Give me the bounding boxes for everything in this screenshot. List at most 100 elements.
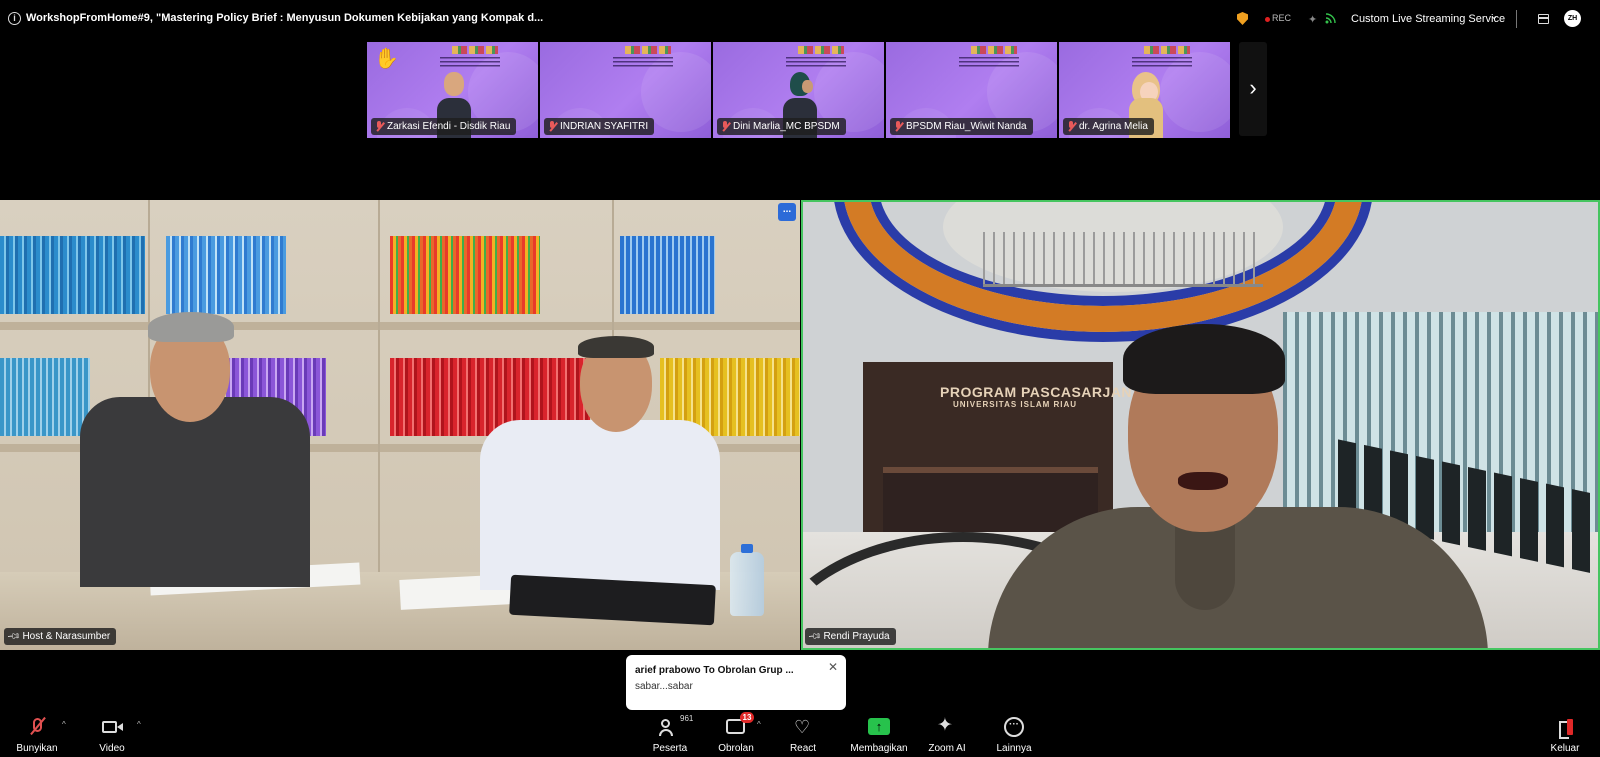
- person-left: [40, 312, 340, 587]
- participant-name: BPSDM Riau_Wiwit Nanda: [906, 121, 1027, 132]
- background-text: [613, 57, 673, 69]
- video-name-tag: 📌︎ Host & Narasumber: [4, 628, 117, 645]
- background-text: [1132, 57, 1192, 69]
- participants-label: Peserta: [652, 743, 688, 754]
- chat-label: Obrolan: [718, 743, 754, 754]
- participant-name-tag: dr. Agrina Melia: [1063, 118, 1154, 135]
- mic-muted-icon: [25, 716, 49, 742]
- pin-icon: 📌︎: [807, 628, 823, 644]
- toolbar-divider: [1516, 10, 1517, 28]
- background-text: [786, 57, 846, 69]
- video-options-caret[interactable]: ^: [137, 720, 141, 729]
- video-participant-name: Host & Narasumber: [22, 631, 111, 642]
- pin-icon: 📌︎: [6, 628, 22, 644]
- share-screen-button[interactable]: ↑ Membagikan: [840, 712, 918, 757]
- sparkle-icon[interactable]: ✦: [1308, 13, 1317, 26]
- books-blue: [0, 236, 145, 314]
- wall-sign-subtitle: UNIVERSITAS ISLAM RIAU: [953, 400, 1078, 409]
- chevron-down-icon[interactable]: ⌄: [1490, 11, 1498, 22]
- zoom-ai-button[interactable]: ✦ Zoom AI: [912, 712, 982, 757]
- background-text: [959, 57, 1019, 69]
- video-participant-name: Rendi Prayuda: [823, 631, 890, 642]
- react-label: React: [789, 743, 817, 754]
- chat-notification[interactable]: arief prabowo To Obrolan Grup ... sabar.…: [626, 655, 846, 710]
- user-avatar[interactable]: ZH: [1564, 10, 1581, 27]
- participant-thumbnail[interactable]: dr. Agrina Melia: [1059, 42, 1230, 138]
- participant-thumbnail[interactable]: ✋ Zarkasi Efendi - Disdik Riau: [367, 42, 538, 138]
- person-right: [470, 336, 730, 590]
- participant-name-tag: INDRIAN SYAFITRI: [544, 118, 655, 135]
- unmute-button[interactable]: Bunyikan: [2, 712, 72, 757]
- mic-muted-icon: [375, 121, 384, 132]
- chat-unread-badge: 13: [740, 712, 754, 723]
- gallery-next-button[interactable]: ›: [1239, 42, 1267, 136]
- share-label: Membagikan: [850, 743, 908, 754]
- live-stream-icon[interactable]: [1325, 12, 1337, 24]
- background-text: [440, 57, 500, 69]
- video-button[interactable]: Video: [77, 712, 147, 757]
- logo-strip: [625, 46, 671, 54]
- mic-muted-icon: [1067, 121, 1076, 132]
- leave-label: Keluar: [1550, 743, 1580, 754]
- speaker-hair: [1123, 324, 1285, 394]
- logo-strip: [452, 46, 498, 54]
- leave-button[interactable]: Keluar: [1532, 712, 1598, 757]
- live-stream-service-menu[interactable]: Custom Live Streaming Service: [1351, 13, 1505, 25]
- chat-message: sabar...sabar: [635, 681, 693, 692]
- participants-count: 961: [680, 714, 694, 723]
- video-options-button[interactable]: ...: [778, 203, 796, 221]
- participants-button[interactable]: 961 Peserta: [635, 712, 705, 757]
- react-button[interactable]: ♡ React: [768, 712, 838, 757]
- speaker-body: [988, 507, 1488, 648]
- chat-options-caret[interactable]: ^: [757, 720, 761, 729]
- raised-hand-icon: ✋: [374, 48, 399, 70]
- books-rainbow: [390, 236, 540, 314]
- chevron-right-icon: ›: [1249, 75, 1257, 100]
- info-icon[interactable]: i: [8, 12, 21, 25]
- meeting-title: WorkshopFromHome#9, "Mastering Policy Br…: [26, 12, 544, 24]
- sparkle-icon: ✦: [937, 715, 953, 736]
- mic-muted-icon: [548, 121, 557, 132]
- close-icon[interactable]: ✕: [828, 660, 838, 674]
- more-label: Lainnya: [996, 743, 1032, 754]
- video-rendi-prayuda[interactable]: PROGRAM PASCASARJANA UNIVERSITAS ISLAM R…: [801, 200, 1600, 650]
- audio-options-caret[interactable]: ^: [62, 720, 66, 729]
- participant-thumbnail[interactable]: INDRIAN SYAFITRI: [540, 42, 711, 138]
- participant-gallery: ✋ Zarkasi Efendi - Disdik Riau INDRIAN S…: [367, 42, 1230, 138]
- exit-icon: [1553, 716, 1577, 742]
- participant-name-tag: BPSDM Riau_Wiwit Nanda: [890, 118, 1033, 135]
- view-layout-icon[interactable]: [1538, 14, 1549, 24]
- recording-label: REC: [1272, 13, 1292, 23]
- more-icon: ···: [1002, 716, 1026, 742]
- participant-name: Zarkasi Efendi - Disdik Riau: [387, 121, 511, 132]
- participant-thumbnail[interactable]: BPSDM Riau_Wiwit Nanda: [886, 42, 1057, 138]
- unmute-label: Bunyikan: [16, 743, 58, 754]
- mic-muted-icon: [721, 121, 730, 132]
- logo-strip: [798, 46, 844, 54]
- speaker-collar: [1175, 520, 1235, 610]
- books-blue: [166, 236, 286, 314]
- meeting-toolbar: Bunyikan ^ Video ^ 961 Peserta 13 Obrola…: [0, 712, 1600, 757]
- chat-sender: arief prabowo To Obrolan Grup ...: [635, 665, 794, 676]
- speaker-mouth: [1178, 472, 1228, 490]
- zoom-ai-label: Zoom AI: [928, 743, 966, 754]
- participant-thumbnail[interactable]: Dini Marlia_MC BPSDM: [713, 42, 884, 138]
- balcony-railing: [983, 232, 1263, 287]
- chat-button[interactable]: 13 Obrolan: [701, 712, 771, 757]
- shield-icon[interactable]: [1237, 12, 1248, 25]
- participant-name: INDRIAN SYAFITRI: [560, 121, 649, 132]
- books-blue: [620, 236, 715, 314]
- participants-icon: 961: [658, 714, 693, 742]
- wall-sign-title: PROGRAM PASCASARJANA: [940, 384, 1143, 400]
- chat-icon: 13: [724, 712, 754, 742]
- participant-name: Dini Marlia_MC BPSDM: [733, 121, 840, 132]
- video-host-narasumber[interactable]: 📌︎ Host & Narasumber: [0, 200, 800, 650]
- logo-strip: [971, 46, 1017, 54]
- more-button[interactable]: ··· Lainnya: [979, 712, 1049, 757]
- share-screen-icon: ↑: [867, 716, 891, 742]
- heart-icon: ♡: [794, 717, 811, 737]
- participant-name: dr. Agrina Melia: [1079, 121, 1148, 132]
- water-bottle: [730, 544, 764, 616]
- recording-dot-icon: [1265, 17, 1270, 22]
- participant-name-tag: Zarkasi Efendi - Disdik Riau: [371, 118, 517, 135]
